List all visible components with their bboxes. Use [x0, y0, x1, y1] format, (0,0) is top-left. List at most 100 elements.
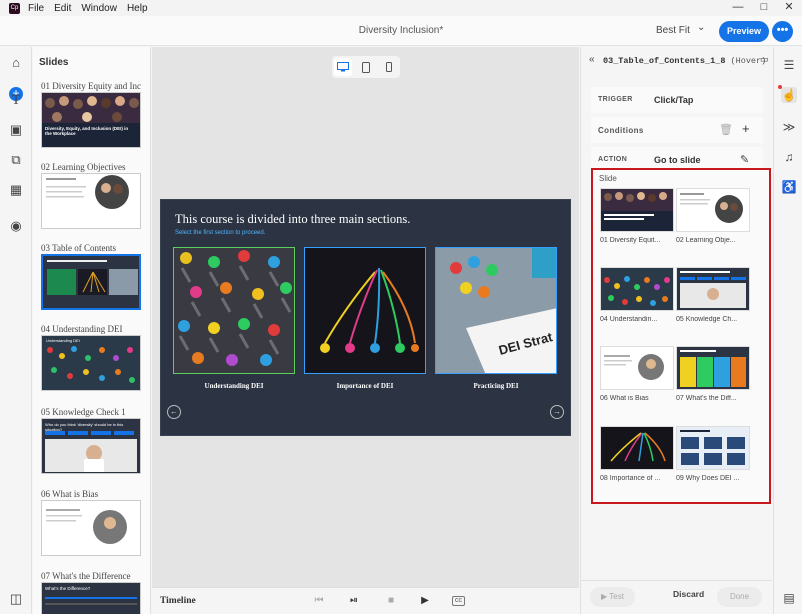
- desktop-icon[interactable]: [334, 58, 353, 76]
- icon-grid-layout-icon: [680, 430, 745, 465]
- slide-title[interactable]: 04 Understanding DEI: [41, 324, 141, 334]
- stop-icon[interactable]: ■: [384, 594, 398, 608]
- mobile-icon[interactable]: [380, 58, 398, 76]
- slide-thumbnail-title: Who do you think 'diversity' should be i…: [45, 422, 124, 432]
- animation-icon[interactable]: ≫: [781, 119, 797, 135]
- slide-option-06[interactable]: 06 What is Bias: [600, 346, 674, 402]
- slide-option-label: 07 What's the Diff...: [676, 395, 737, 402]
- text-icon[interactable]: T: [8, 93, 24, 109]
- close-window-button[interactable]: ✕: [781, 0, 797, 16]
- right-toolbar: ☰ ☝ ≫ ♫ ♿ ▤: [773, 47, 802, 614]
- slide-thumbnail-07[interactable]: What's the Difference?: [41, 582, 141, 614]
- tablet-icon[interactable]: [357, 58, 375, 76]
- notification-dot: [778, 85, 782, 89]
- dei-strategy-image: [436, 248, 556, 373]
- slide-thumbnail-06[interactable]: [41, 500, 141, 556]
- faces-collage-icon: [42, 96, 140, 147]
- difference-table-icon: [680, 350, 746, 387]
- media-icon[interactable]: ▣: [8, 122, 24, 138]
- slide-option-07[interactable]: 07 What's the Diff...: [676, 346, 750, 402]
- more-options-button[interactable]: •••: [772, 21, 793, 42]
- menu-window[interactable]: Window: [81, 3, 117, 14]
- interactions-icon[interactable]: ⧉: [8, 152, 24, 168]
- timeline-toggle[interactable]: Timeline: [160, 596, 196, 606]
- colorful-arrows-image: [305, 248, 425, 373]
- document-icon[interactable]: ▤: [781, 590, 797, 606]
- colorful-arrows-icon: [610, 432, 666, 462]
- slide-title[interactable]: 05 Knowledge Check 1: [41, 407, 141, 417]
- slide-option-label: 01 Diversity Equit...: [600, 237, 661, 244]
- slide-option-04[interactable]: 04 Understandin...: [600, 267, 674, 323]
- slide-option-09[interactable]: 09 Why Does DEI ...: [676, 426, 750, 482]
- contents-layout-icon: [47, 260, 138, 295]
- slide-title[interactable]: 07 What's the Difference: [41, 571, 141, 581]
- top-bar: Diversity Inclusion* Best Fit ⌄ Preview …: [0, 16, 802, 46]
- card-practicing-dei[interactable]: DEI Strat: [435, 247, 557, 374]
- play-icon[interactable]: ▶: [418, 594, 432, 608]
- slides-heading: Slides: [39, 57, 69, 68]
- slide-option-08[interactable]: 08 Importance of ...: [600, 426, 674, 482]
- menu-file[interactable]: File: [28, 3, 44, 14]
- question-layout-icon: [680, 271, 746, 308]
- card-label: Importance of DEI: [336, 382, 394, 390]
- minimize-button[interactable]: —: [730, 0, 746, 16]
- trigger-row[interactable]: TRIGGER Click/Tap: [591, 87, 763, 113]
- action-value[interactable]: Go to slide: [654, 155, 701, 165]
- audio-note-icon[interactable]: ♫: [781, 149, 797, 165]
- widgets-icon[interactable]: ▦: [8, 182, 24, 198]
- figures-collage-icon: [604, 276, 670, 306]
- screen-icon[interactable]: ▭: [760, 54, 769, 65]
- slide-thumbnail-03-selected[interactable]: [41, 254, 141, 310]
- slide-thumbnail-04[interactable]: Understanding DEI: [41, 335, 141, 391]
- done-button[interactable]: Done: [717, 587, 762, 607]
- slide-thumbnail-05[interactable]: Who do you think 'diversity' should be i…: [41, 418, 141, 474]
- properties-sliders-icon[interactable]: ☰: [781, 57, 797, 73]
- maximize-button[interactable]: □: [756, 0, 772, 16]
- accessibility-icon[interactable]: ♿: [781, 179, 797, 195]
- slide-title[interactable]: 06 What is Bias: [41, 489, 141, 499]
- slide-option-02[interactable]: 02 Learning Obje...: [676, 188, 750, 244]
- test-button[interactable]: ▶ Test: [590, 587, 635, 607]
- slide-option-thumbnail: [600, 346, 674, 390]
- interactions-hand-icon[interactable]: ☝: [781, 87, 797, 103]
- slide-thumbnail-01[interactable]: Diversity, Equity, and Inclusion (DEI) i…: [41, 92, 141, 148]
- record-icon[interactable]: ◉: [8, 218, 24, 234]
- slide-thumbnail-02[interactable]: [41, 173, 141, 229]
- trigger-value[interactable]: Click/Tap: [654, 95, 693, 105]
- trash-icon[interactable]: 🗑: [719, 123, 733, 136]
- back-chevron-icon[interactable]: «: [589, 54, 595, 65]
- slide-option-01[interactable]: 01 Diversity Equit...: [600, 188, 674, 244]
- slide-option-05[interactable]: 05 Knowledge Ch...: [676, 267, 750, 323]
- card-importance-of-dei[interactable]: [304, 247, 426, 374]
- bias-layout-icon: [46, 509, 127, 544]
- zoom-select[interactable]: Best Fit: [656, 25, 690, 36]
- menu-edit[interactable]: Edit: [54, 3, 71, 14]
- objectives-layout-icon: [680, 193, 743, 223]
- slide-title[interactable]: 01 Diversity Equity and Inclu...: [41, 81, 141, 91]
- step-play-icon[interactable]: ⏯: [347, 594, 361, 608]
- slide-option-thumbnail: [676, 346, 750, 390]
- home-icon[interactable]: ⌂: [8, 55, 24, 71]
- test-label: Test: [609, 592, 624, 601]
- discard-button[interactable]: Discard: [673, 589, 704, 599]
- slide-option-label: 06 What is Bias: [600, 395, 649, 402]
- collapse-panel-icon[interactable]: ◫: [8, 591, 24, 607]
- slide-title[interactable]: 03 Table of Contents: [41, 243, 141, 253]
- device-switcher: [332, 56, 400, 78]
- next-arrow-icon[interactable]: →: [550, 405, 564, 419]
- card-understanding-dei[interactable]: [173, 247, 295, 374]
- slide-title[interactable]: 02 Learning Objectives: [41, 162, 141, 172]
- chevron-down-icon[interactable]: ⌄: [697, 22, 705, 33]
- menu-help[interactable]: Help: [127, 3, 148, 14]
- captions-icon[interactable]: cc: [452, 596, 465, 606]
- previous-arrow-icon[interactable]: ←: [167, 405, 181, 419]
- slide-option-thumbnail: [600, 426, 674, 470]
- menu-bar: Cp File Edit Window Help: [0, 0, 802, 16]
- slide-option-thumbnail: [600, 267, 674, 311]
- panel-title: 03_Table_of_Contents_1_8 (Hover): [603, 56, 766, 66]
- conditions-row[interactable]: Conditions 🗑 +: [591, 117, 763, 143]
- edit-pencil-icon[interactable]: ✎: [740, 153, 749, 166]
- add-condition-icon[interactable]: +: [742, 121, 750, 136]
- rewind-icon[interactable]: ⏮: [312, 594, 326, 608]
- preview-button[interactable]: Preview: [719, 21, 769, 42]
